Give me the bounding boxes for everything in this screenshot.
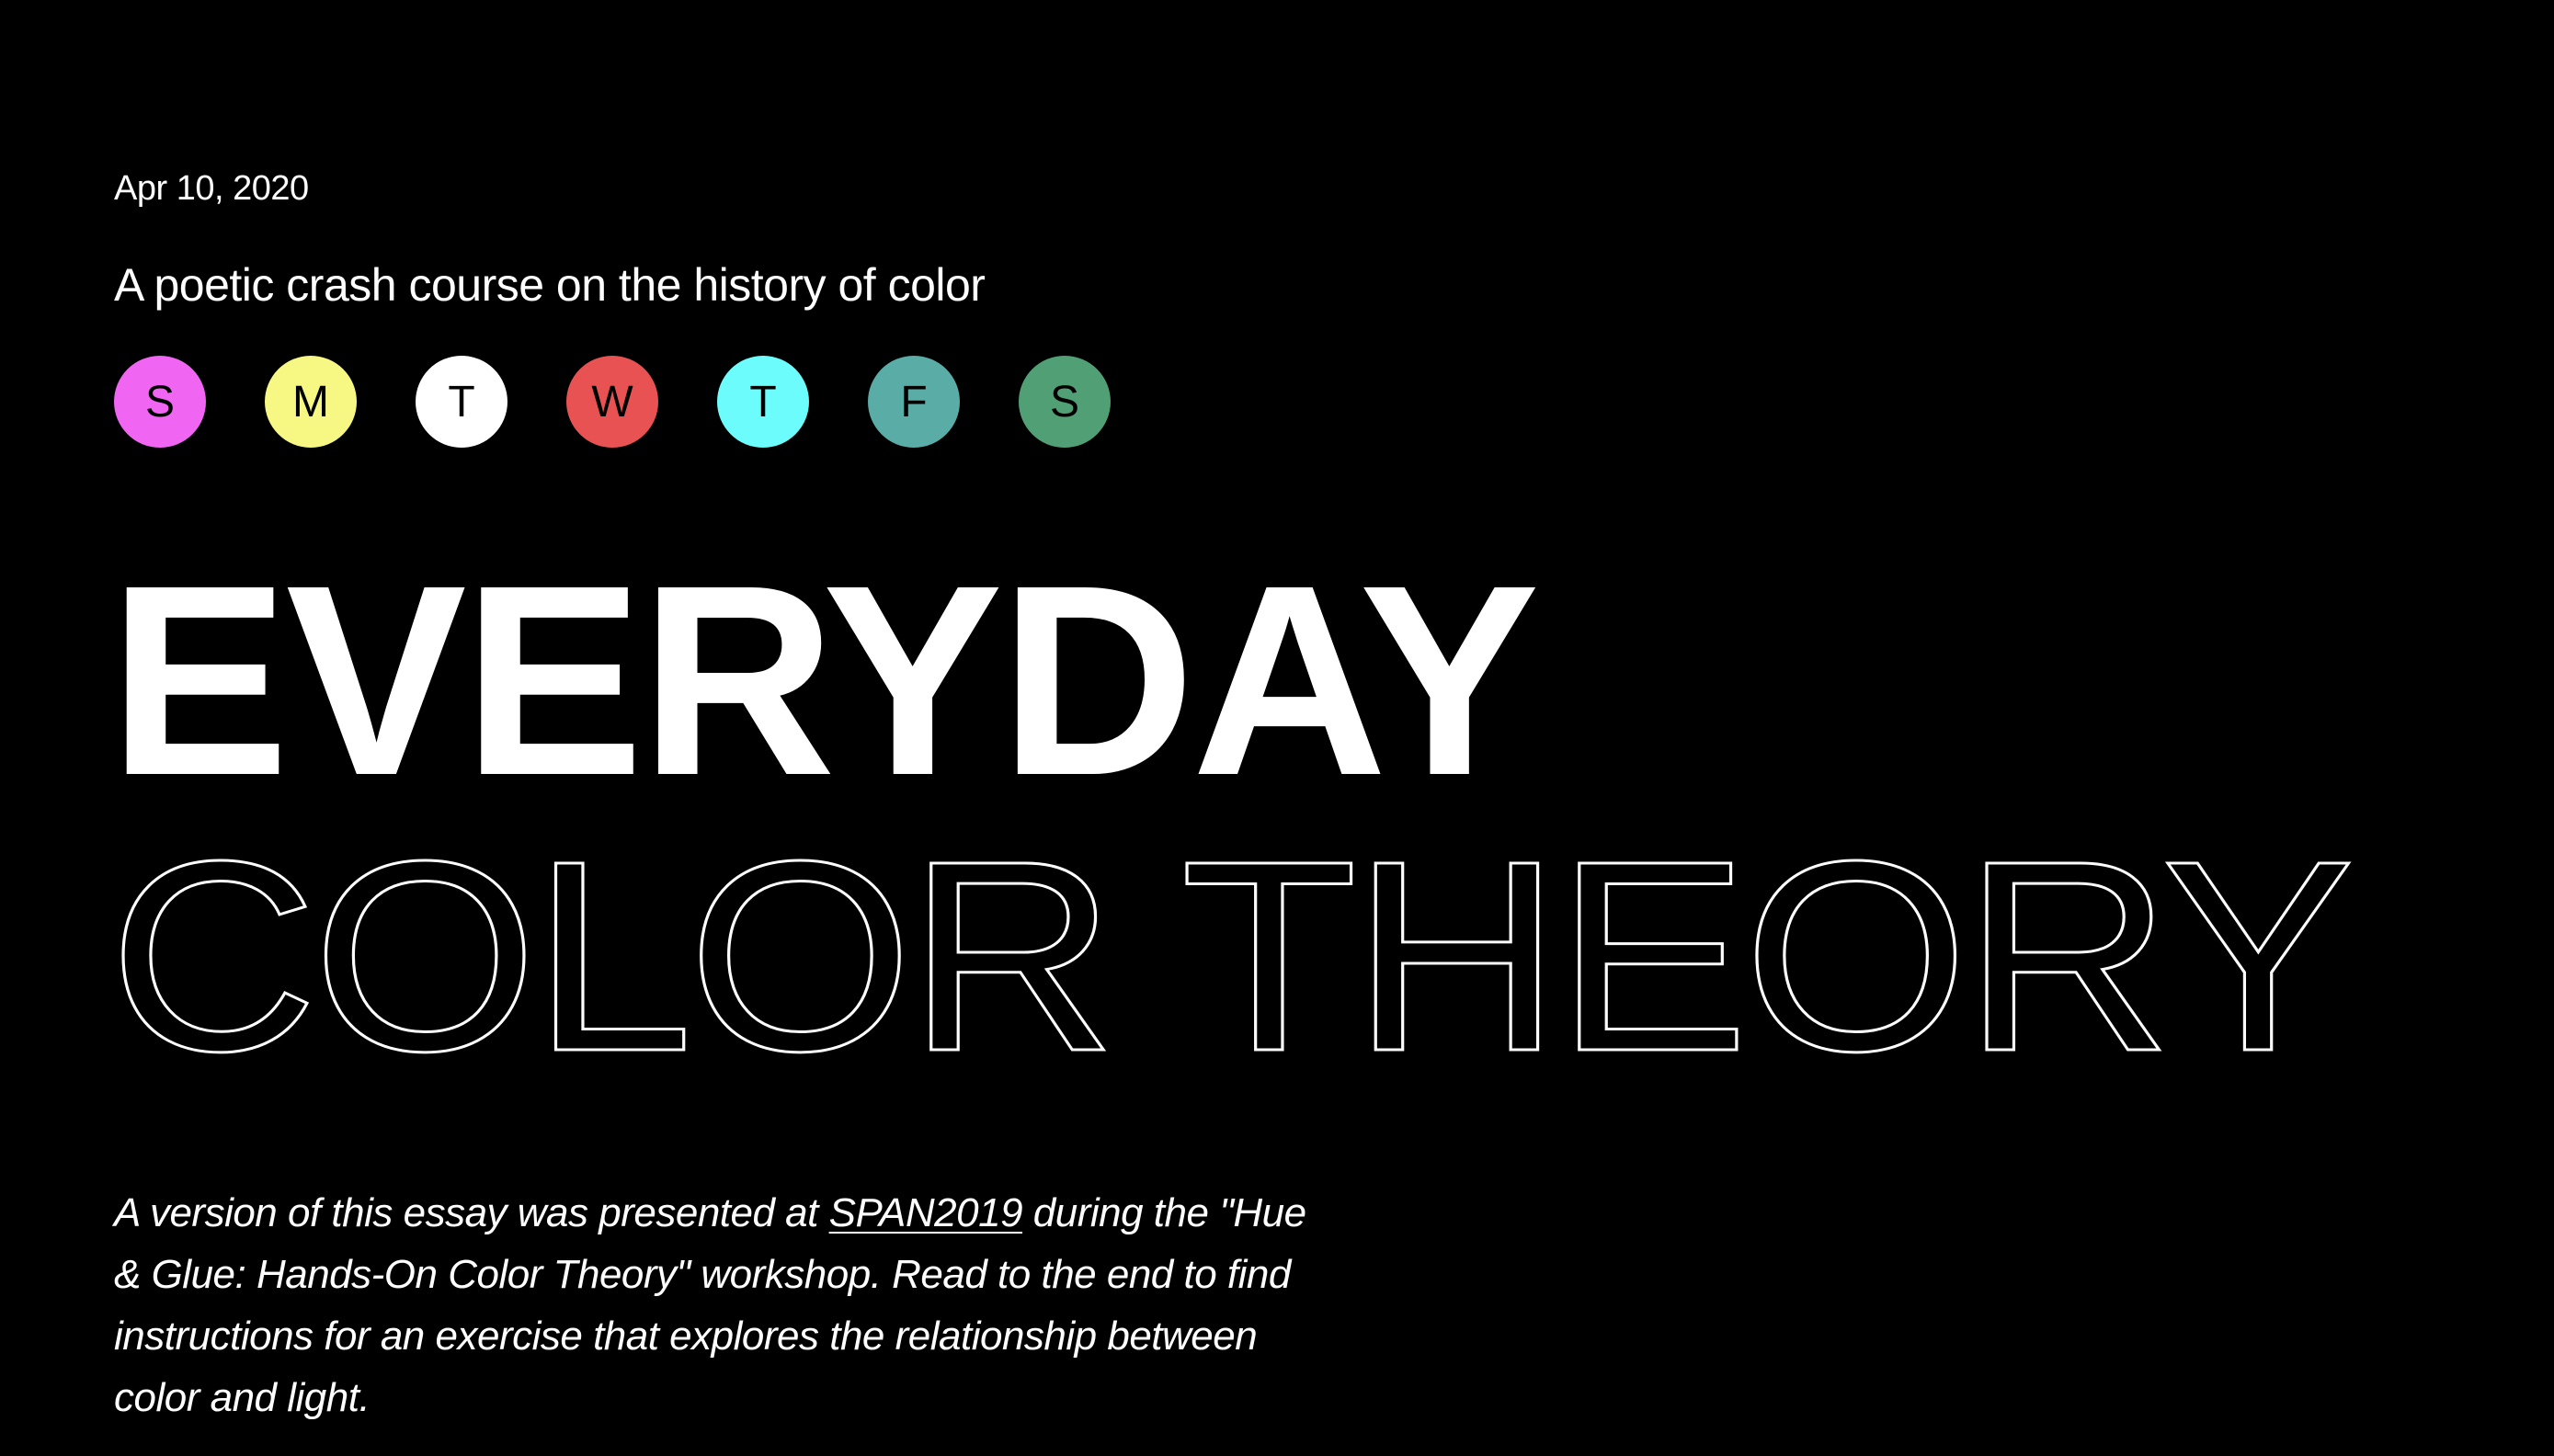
weekday-color-circles: S M T W T F S [114, 356, 1111, 448]
span2019-link[interactable]: SPAN2019 [829, 1190, 1023, 1235]
publish-date: Apr 10, 2020 [114, 169, 309, 208]
day-circle-friday[interactable]: F [868, 356, 960, 448]
intro-text-start: A version of this essay was presented at [114, 1190, 829, 1235]
article-subtitle: A poetic crash course on the history of … [114, 259, 986, 311]
headline-line-everyday: EVERYDAY [108, 529, 1540, 832]
day-circle-monday[interactable]: M [265, 356, 357, 448]
day-circle-thursday[interactable]: T [717, 356, 809, 448]
day-circle-sunday[interactable]: S [114, 356, 206, 448]
intro-paragraph: A version of this essay was presented at… [114, 1182, 1337, 1428]
day-circle-saturday[interactable]: S [1019, 356, 1111, 448]
day-circle-tuesday[interactable]: T [416, 356, 507, 448]
article-headline: EVERYDAY COLOR THEORY [107, 529, 2356, 1096]
day-circle-wednesday[interactable]: W [566, 356, 658, 448]
headline-line-color-theory-outlined: COLOR THEORY [107, 804, 2356, 1108]
